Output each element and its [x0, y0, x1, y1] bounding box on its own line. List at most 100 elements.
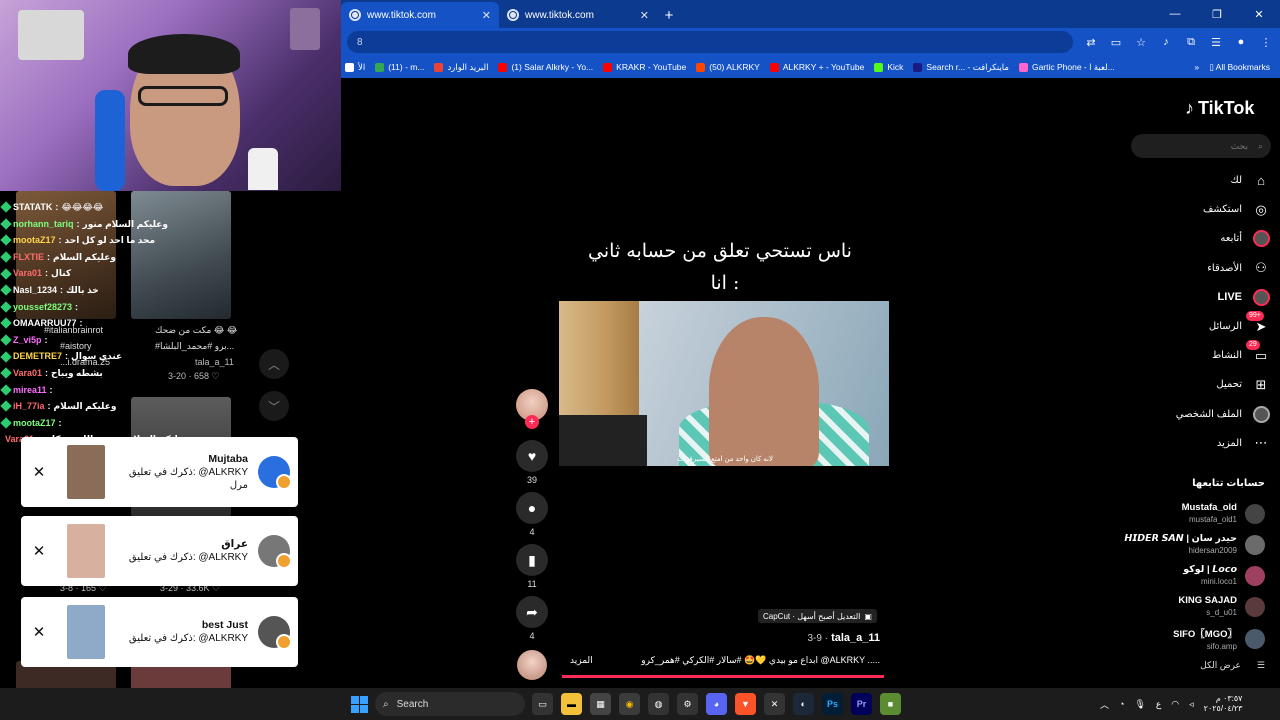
- bookmark-item[interactable]: Search r... - ماينكرافت: [913, 62, 1009, 73]
- browser-tab-1[interactable]: www.tiktok.com ✕: [341, 2, 499, 28]
- bookmarks-overflow-icon[interactable]: »: [1194, 62, 1199, 72]
- chrome-icon[interactable]: ◉: [619, 693, 640, 715]
- like-button[interactable]: ♥: [516, 440, 548, 472]
- taskbar-search[interactable]: ⌕ Search: [375, 692, 525, 716]
- dismiss-notification-icon[interactable]: ✕: [29, 623, 49, 641]
- bookmark-item[interactable]: ALKRKY + - YouTube: [769, 62, 864, 72]
- tab-close-icon[interactable]: ✕: [482, 9, 491, 22]
- bookmark-item[interactable]: (50) ALKRKY: [696, 62, 760, 72]
- mention-notification[interactable]: ✕ Mujtaba ذكرك في تعليق: @ALKRKY مرل: [21, 437, 298, 507]
- tiktok-logo[interactable]: ♪ TikTok: [1185, 98, 1254, 119]
- follow-plus-icon[interactable]: +: [525, 415, 539, 429]
- tiktok-favicon-icon: [507, 9, 519, 21]
- minimize-icon[interactable]: —: [1154, 8, 1196, 20]
- settings-gear-icon[interactable]: ⚙: [677, 693, 698, 715]
- creator-avatar[interactable]: +: [516, 389, 548, 429]
- tray-chevron-icon[interactable]: ︿: [1100, 698, 1109, 711]
- notification-thumbnail[interactable]: [67, 605, 105, 659]
- brave-icon[interactable]: ▼: [735, 693, 756, 715]
- notification-avatar[interactable]: [258, 456, 292, 490]
- tray-app-icon[interactable]: ◔: [1119, 699, 1124, 709]
- premiere-icon[interactable]: Pr: [851, 693, 872, 715]
- window-close-icon[interactable]: ✕: [1238, 8, 1280, 21]
- capcut-app-icon[interactable]: ✕: [764, 693, 785, 715]
- obs-icon[interactable]: ◍: [648, 693, 669, 715]
- nav-item-home[interactable]: لك ⌂: [1100, 166, 1270, 195]
- restore-icon[interactable]: ❐: [1196, 8, 1238, 21]
- followed-account[interactable]: Mustafa_old mustafa_old1: [1110, 502, 1265, 525]
- bookmark-item[interactable]: Gartic Phone - لعبة ا...: [1018, 62, 1115, 73]
- capcut-tag[interactable]: CapCut · التعديل أصبح أسهل ▣: [758, 609, 877, 623]
- nav-item-following-avatar[interactable]: أتابعه: [1100, 224, 1270, 253]
- save-button[interactable]: ▮: [516, 544, 548, 576]
- language-indicator[interactable]: ع: [1156, 699, 1161, 710]
- bookmark-item[interactable]: الأ: [345, 62, 365, 73]
- bookmark-item[interactable]: Kick: [874, 62, 903, 72]
- notification-thumbnail[interactable]: [67, 524, 105, 578]
- mention-notification[interactable]: ✕ عراق ذكرك في تعليق: @ALKRKY: [21, 516, 298, 586]
- nav-item-live[interactable]: LIVE: [1100, 283, 1270, 312]
- volume-icon[interactable]: ◃: [1189, 699, 1194, 710]
- bookmark-star-icon[interactable]: ☆: [1133, 36, 1149, 49]
- nav-item-compass[interactable]: استكشف ◎: [1100, 195, 1270, 224]
- nav-item-more[interactable]: المزيد ⋯: [1100, 429, 1270, 458]
- minecraft-icon[interactable]: ■: [880, 693, 901, 715]
- tab-close-icon[interactable]: ✕: [640, 9, 649, 22]
- wifi-icon[interactable]: ◠: [1171, 699, 1179, 710]
- video-progress-bar[interactable]: [562, 675, 884, 678]
- comment-button[interactable]: ●: [516, 492, 548, 524]
- followed-account[interactable]: 𝙃𝙄𝘿𝙀𝙍 𝙎𝘼𝙉 | حيدر سان hidersan2009: [1110, 533, 1265, 556]
- new-tab-button[interactable]: +: [657, 2, 681, 28]
- task-view-icon[interactable]: ▭: [532, 693, 553, 715]
- reading-list-icon[interactable]: ☰: [1208, 36, 1224, 49]
- bookmark-item[interactable]: KRAKR - YouTube: [603, 62, 686, 72]
- mention-notification[interactable]: ✕ best Just ذكرك في تعليق: @ALKRKY: [21, 597, 298, 667]
- see-all-label: عرض الكل: [1200, 660, 1241, 670]
- translate-icon[interactable]: ⇄: [1083, 36, 1099, 49]
- nav-item-profile-avatar[interactable]: الملف الشخصي: [1100, 400, 1270, 429]
- nav-item-friends[interactable]: الأصدقاء ⚇: [1100, 254, 1270, 283]
- media-icon[interactable]: ♪: [1158, 36, 1174, 48]
- bookmark-item[interactable]: البريد الوارد: [434, 62, 488, 73]
- followed-account[interactable]: SIFO〖MGO〗 sifo.amp: [1110, 626, 1265, 652]
- share-button[interactable]: ➦: [516, 596, 548, 628]
- chat-text: وعليكم السلام منور: [82, 218, 169, 229]
- microphone-icon[interactable]: 🎙: [1134, 699, 1145, 710]
- all-bookmarks-button[interactable]: ▯ All Bookmarks: [1209, 62, 1270, 73]
- install-app-icon[interactable]: ▭: [1108, 36, 1124, 49]
- discord-icon[interactable]: ◕: [706, 693, 727, 715]
- video-author[interactable]: 3-9 · tala_a_11: [740, 632, 880, 644]
- dismiss-notification-icon[interactable]: ✕: [29, 463, 49, 481]
- nav-item-upload[interactable]: تحميل ⊞: [1100, 370, 1270, 399]
- followed-account[interactable]: KING SAJAD s_d_u01: [1110, 595, 1265, 618]
- next-video-avatar[interactable]: [517, 650, 547, 680]
- notification-avatar[interactable]: [258, 535, 292, 569]
- search-icon[interactable]: ⌕: [1258, 141, 1263, 152]
- scroll-down-button[interactable]: ﹀: [259, 391, 289, 421]
- store-icon[interactable]: ▦: [590, 693, 611, 715]
- dismiss-notification-icon[interactable]: ✕: [29, 542, 49, 560]
- windows-start-icon[interactable]: [351, 696, 368, 713]
- extensions-icon[interactable]: ⧉: [1183, 36, 1199, 49]
- clock[interactable]: ٠٣:٥٧ م ٢٠٢٥/٠٤/٢٣: [1204, 694, 1243, 714]
- more-link[interactable]: المزيد: [560, 655, 593, 666]
- see-all-link[interactable]: عرض الكل ☰: [1180, 660, 1265, 671]
- followed-account[interactable]: لوكو | 𝙇𝙤𝙘𝙤 mini.loco1: [1110, 564, 1265, 587]
- notification-thumbnail[interactable]: [67, 445, 105, 499]
- nav-item-activity[interactable]: النشاط ▭ 29: [1100, 339, 1270, 370]
- bookmark-item[interactable]: (11) - m...: [375, 62, 424, 72]
- comment-count: 4: [529, 527, 535, 537]
- menu-kebab-icon[interactable]: ⋮: [1258, 36, 1274, 49]
- photoshop-icon[interactable]: Ps: [822, 693, 843, 715]
- scroll-up-button[interactable]: ︿: [259, 349, 289, 379]
- address-bar[interactable]: 8: [347, 31, 1073, 53]
- file-explorer-icon[interactable]: ▬: [561, 693, 582, 715]
- notification-avatar[interactable]: [258, 616, 292, 650]
- search-input[interactable]: بحث ⌕: [1131, 134, 1271, 158]
- nav-item-messages[interactable]: الرسائل ➤ 99+: [1100, 310, 1270, 341]
- video-frame[interactable]: لانه كان واحد من امتع السيرفرات: [559, 301, 889, 466]
- browser-tab-2[interactable]: www.tiktok.com ✕: [499, 2, 657, 28]
- steam-icon[interactable]: ◐: [793, 693, 814, 715]
- bookmark-item[interactable]: (1) Salar Alkrky - Yo...: [498, 62, 593, 72]
- profile-avatar[interactable]: ●: [1233, 36, 1249, 48]
